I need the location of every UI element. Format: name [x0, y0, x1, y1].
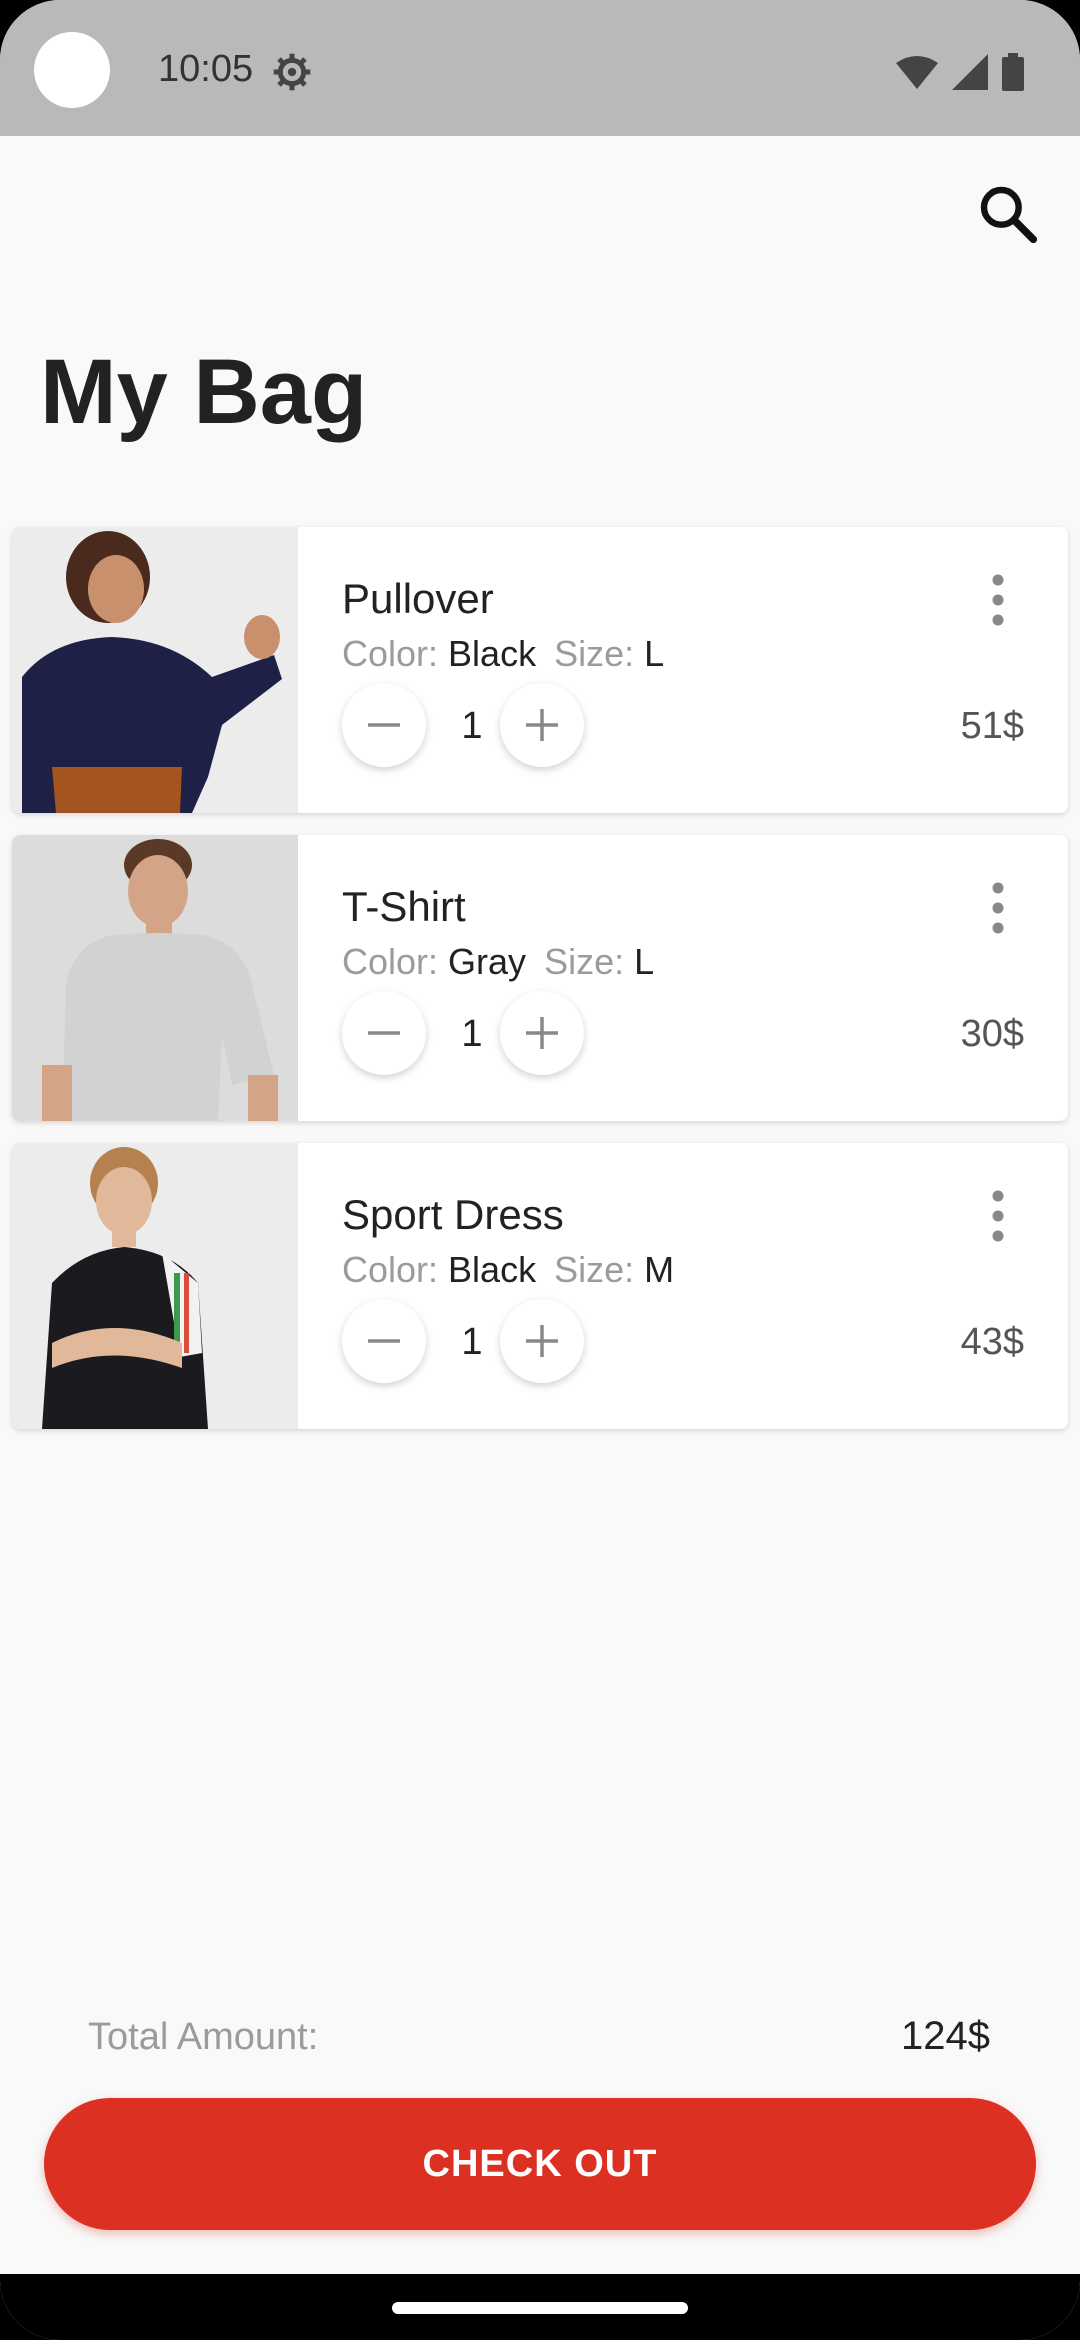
- color-label: Color:: [342, 633, 439, 674]
- size-label: Size:: [544, 941, 625, 982]
- product-image[interactable]: [12, 835, 298, 1121]
- battery-icon: [1002, 53, 1024, 91]
- cell-signal-icon: [952, 54, 988, 90]
- page-title: My Bag: [40, 341, 368, 443]
- bag-item-card[interactable]: Pullover Color: Black Size: L 1 51$: [12, 527, 1068, 813]
- total-amount-value: 124$: [901, 2014, 990, 2058]
- increase-quantity-button[interactable]: [500, 683, 584, 767]
- item-price: 30$: [960, 1013, 1024, 1055]
- increase-quantity-button[interactable]: [500, 1299, 584, 1383]
- more-vertical-icon[interactable]: [988, 1189, 1008, 1243]
- item-name: Sport Dress: [342, 1191, 564, 1238]
- item-quantity: 1: [461, 1013, 483, 1055]
- decrease-quantity-button[interactable]: [342, 683, 426, 767]
- minus-icon: [368, 1339, 400, 1343]
- status-bar: 10:05: [0, 0, 1080, 136]
- plus-icon: [526, 1325, 558, 1357]
- item-size: L: [634, 941, 655, 982]
- status-time: 10:05: [158, 48, 254, 90]
- bag-item-card[interactable]: T-Shirt Color: Gray Size: L 1 30$: [12, 835, 1068, 1121]
- item-price: 51$: [960, 705, 1024, 747]
- search-icon[interactable]: [976, 182, 1040, 246]
- item-price: 43$: [960, 1321, 1024, 1363]
- size-label: Size:: [554, 1249, 635, 1290]
- camera-cutout: [34, 32, 110, 108]
- minus-icon: [368, 723, 400, 727]
- item-color: Gray: [448, 941, 527, 982]
- plus-icon: [526, 709, 558, 741]
- minus-icon: [368, 1031, 400, 1035]
- settings-gear-icon: [273, 53, 311, 91]
- item-color: Black: [448, 633, 537, 674]
- product-image[interactable]: [12, 1143, 298, 1429]
- item-quantity: 1: [461, 1321, 483, 1363]
- total-amount-label: Total Amount:: [88, 2016, 319, 2058]
- item-color: Black: [448, 1249, 537, 1290]
- decrease-quantity-button[interactable]: [342, 991, 426, 1075]
- item-attributes: Color: Gray Size: L: [342, 941, 654, 983]
- bag-item-card[interactable]: Sport Dress Color: Black Size: M 1 43$: [12, 1143, 1068, 1429]
- item-size: L: [644, 633, 665, 674]
- product-image[interactable]: [12, 527, 298, 813]
- item-attributes: Color: Black Size: M: [342, 1249, 674, 1291]
- item-quantity: 1: [461, 705, 483, 747]
- system-icons: [896, 52, 1024, 92]
- size-label: Size:: [554, 633, 635, 674]
- phone-screen: 10:05 My Bag Pullover Color: Black Size:…: [0, 0, 1080, 2340]
- wifi-icon: [896, 56, 938, 89]
- color-label: Color:: [342, 1249, 439, 1290]
- home-indicator[interactable]: [392, 2302, 688, 2314]
- item-name: Pullover: [342, 575, 494, 622]
- item-size: M: [644, 1249, 675, 1290]
- plus-icon: [526, 1017, 558, 1049]
- increase-quantity-button[interactable]: [500, 991, 584, 1075]
- checkout-button[interactable]: CHECK OUT: [44, 2098, 1036, 2230]
- color-label: Color:: [342, 941, 439, 982]
- decrease-quantity-button[interactable]: [342, 1299, 426, 1383]
- more-vertical-icon[interactable]: [988, 573, 1008, 627]
- item-name: T-Shirt: [342, 883, 466, 930]
- item-attributes: Color: Black Size: L: [342, 633, 664, 675]
- more-vertical-icon[interactable]: [988, 881, 1008, 935]
